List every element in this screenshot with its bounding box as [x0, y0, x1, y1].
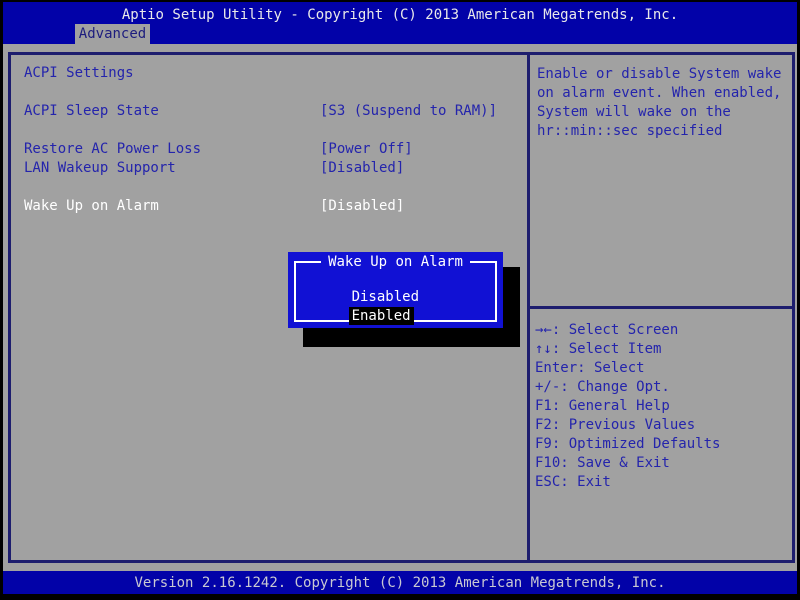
- setting-label: Wake Up on Alarm: [24, 198, 159, 214]
- hotkey-select-screen: →←: Select Screen: [535, 321, 792, 340]
- help-line: Enable or disable System wake: [537, 65, 792, 84]
- setting-value: [S3 (Suspend to RAM)]: [320, 103, 497, 119]
- status-bar: Version 2.16.1242. Copyright (C) 2013 Am…: [3, 571, 797, 594]
- help-line: hr::min::sec specified: [537, 122, 792, 141]
- hotkey-save-exit: F10: Save & Exit: [535, 454, 792, 473]
- bios-screen: Aptio Setup Utility - Copyright (C) 2013…: [0, 0, 800, 600]
- hotkey-previous-values: F2: Previous Values: [535, 416, 792, 435]
- popup-option-enabled[interactable]: Enabled: [301, 292, 414, 340]
- hotkey-legend: →←: Select Screen ↑↓: Select Item Enter:…: [530, 309, 792, 560]
- hotkey-enter-select: Enter: Select: [535, 359, 792, 378]
- setting-label: Restore AC Power Loss: [24, 141, 201, 157]
- popup-title: Wake Up on Alarm: [288, 254, 503, 270]
- help-pane: Enable or disable System wake on alarm e…: [530, 55, 792, 560]
- hotkey-optimized-defaults: F9: Optimized Defaults: [535, 435, 792, 454]
- hotkey-general-help: F1: General Help: [535, 397, 792, 416]
- setting-label: LAN Wakeup Support: [24, 160, 176, 176]
- setting-value: [Power Off]: [320, 141, 413, 157]
- hotkey-esc-exit: ESC: Exit: [535, 473, 792, 492]
- tab-advanced[interactable]: Advanced: [75, 24, 150, 44]
- hotkey-select-item: ↑↓: Select Item: [535, 340, 792, 359]
- help-line: on alarm event. When enabled,: [537, 84, 792, 103]
- help-text: Enable or disable System wake on alarm e…: [530, 55, 792, 309]
- help-line: System will wake on the: [537, 103, 792, 122]
- setting-label: ACPI Sleep State: [24, 103, 159, 119]
- setting-value: [Disabled]: [320, 198, 404, 214]
- section-title: ACPI Settings: [24, 65, 134, 81]
- popup-wake-up-on-alarm: Wake Up on Alarm Disabled Enabled: [288, 252, 503, 328]
- setting-value: [Disabled]: [320, 160, 404, 176]
- hotkey-change-opt: +/-: Change Opt.: [535, 378, 792, 397]
